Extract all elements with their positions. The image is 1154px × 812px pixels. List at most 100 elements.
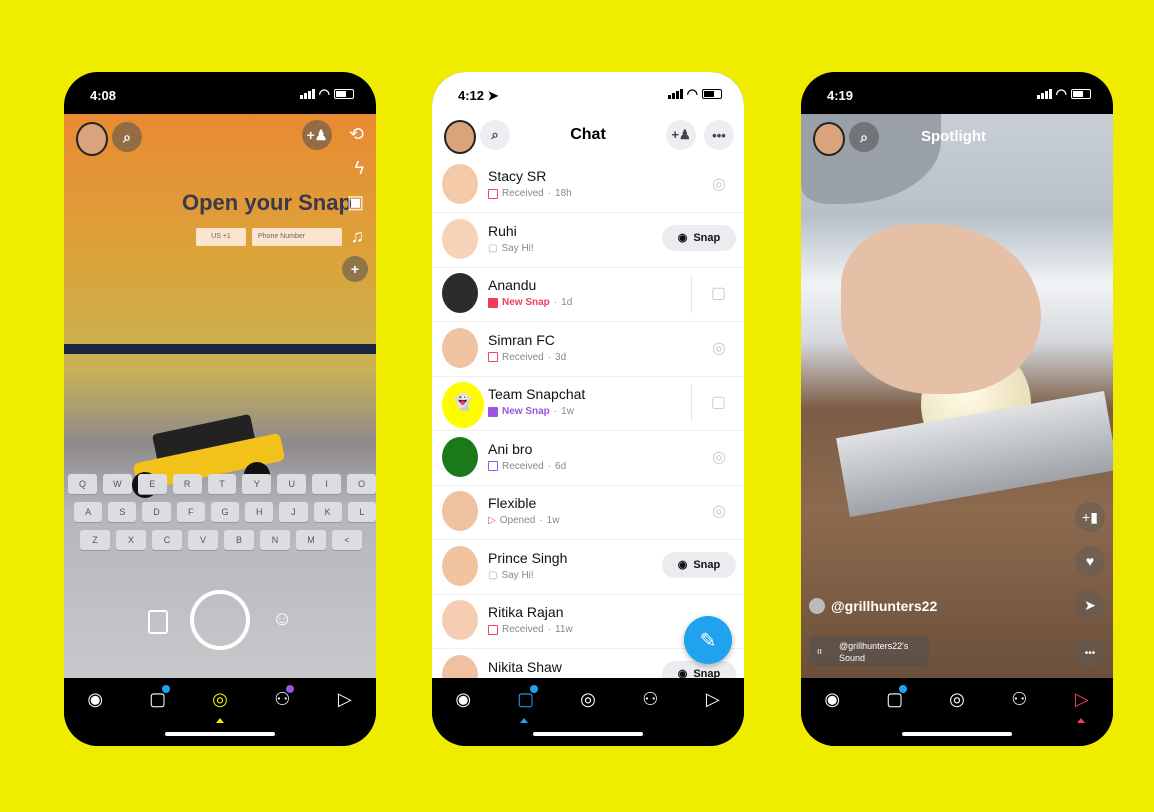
chat-reply-icon[interactable]: ▢ [711,392,726,412]
camera-icon[interactable]: ◎ [570,689,606,710]
chat-name: Prince Singh [488,549,568,566]
map-icon[interactable]: ◉ [445,689,481,710]
status-time-ago: 11w [555,624,573,635]
battery-icon [702,89,722,99]
friend-avatar[interactable] [442,600,478,640]
chat-row[interactable]: 👻 Team Snapchat New Snap · 1w ▢ [432,376,744,431]
add-friend-icon[interactable]: +♟ [666,120,696,150]
status-time-ago: 1w [561,406,574,417]
status-time-ago: 1d [561,297,573,308]
snapchat-ghost-avatar[interactable]: 👻 [442,382,484,428]
more-icon[interactable]: ••• [704,120,734,150]
status-time: 4:12 ➤ [458,88,499,103]
wifi-icon: ◠ [686,86,698,101]
friend-avatar[interactable] [442,545,478,586]
new-chat-button[interactable]: ✎ [684,616,732,664]
sound-pill[interactable]: ıı @grillhunters22's Sound [809,636,929,666]
save-icon[interactable]: +▮ [1075,502,1105,532]
add-friend-icon[interactable]: +♟ [302,120,332,150]
chat-icon[interactable]: ▢ [877,684,913,710]
chat-row[interactable]: Ruhi ▢ Say Hi! ◉ Snap [432,213,744,268]
chat-row[interactable]: Flexible ▷ Opened · 1w ◎ [432,485,744,540]
divider [691,384,692,422]
bitmoji-avatar[interactable] [813,122,845,156]
friend-avatar[interactable] [442,164,478,204]
status-time-ago: 1w [546,515,560,526]
chat-row[interactable]: Prince Singh ▢ Say Hi! ◉ Snap [432,540,744,595]
sound-icon: ıı [817,646,823,656]
status-separator: · [547,624,552,635]
friend-avatar[interactable] [442,491,478,531]
signal-icon [1036,89,1052,99]
share-icon[interactable]: ➤ [1075,590,1105,620]
received-icon [488,188,498,199]
camera-reply-icon[interactable]: ◎ [712,338,726,358]
status-text: Say Hi! [501,569,534,581]
status-separator: · [547,460,552,472]
snap-button[interactable]: ◉ Snap [662,224,736,251]
play-icon[interactable]: ▷ [1064,689,1100,710]
friend-avatar[interactable] [442,273,478,313]
chat-row[interactable]: Stacy SR Received · 18h ◎ [432,158,744,213]
more-icon[interactable]: ••• [1075,638,1105,668]
video-mode-icon[interactable]: ▣ [347,192,364,213]
divider [691,275,692,313]
status-time: 4:08 [90,88,117,103]
flash-off-icon[interactable]: ϟ [354,158,364,179]
spotlight-video [801,114,1113,682]
play-icon[interactable]: ▷ [695,689,731,710]
chat-row[interactable]: Simran FC Received · 3d ◎ [432,322,744,377]
memories-icon[interactable] [148,610,168,634]
chat-icon[interactable]: ▢ [508,684,544,710]
camera-icon[interactable]: ◎ [939,689,975,710]
friend-avatar[interactable] [442,218,478,259]
chat-reply-icon[interactable]: ▢ [711,283,726,303]
opened-icon: ▷ [488,515,496,526]
status-separator: · [547,351,552,363]
music-icon[interactable]: ♫ [351,226,365,247]
received-icon [488,461,498,471]
chat-row[interactable]: Ani bro Received · 6d ◎ [432,431,744,486]
chat-name: Team Snapchat [488,386,586,402]
received-icon [488,624,498,635]
bottom-nav: ◉ ▢ ◎ ⚇ ▷ [801,678,1113,746]
chat-status: New Snap · 1d [488,297,572,308]
creator-row[interactable]: @grillhunters22 [809,598,937,614]
camera-reply-icon[interactable]: ◎ [712,447,726,467]
sound-subtitle: Sound [839,653,866,663]
status-time-ago: 3d [555,351,567,363]
sound-title: @grillhunters22's [839,641,909,651]
new-snap-icon [488,406,498,417]
page-title: Spotlight [921,128,986,145]
shutter-button[interactable] [190,590,250,650]
status-text: Received [502,188,544,199]
search-icon[interactable]: ⌕ [112,122,142,152]
chat-row[interactable]: Anandu New Snap · 1d ▢ [432,267,744,322]
status-time: 4:19 [827,88,854,103]
heart-icon[interactable]: ♥ [1075,546,1105,576]
lens-icon[interactable]: ☺ [272,608,292,631]
chat-status: ▢ Say Hi! [488,570,534,581]
friend-avatar[interactable] [442,436,478,477]
chat-icon[interactable]: ▢ [140,684,176,710]
search-icon[interactable]: ⌕ [849,122,879,152]
friend-avatar[interactable] [442,327,478,368]
phone-number-field: Phone Number [252,228,342,246]
status-text: Received [502,351,544,363]
more-tools-icon[interactable]: + [342,256,368,282]
camera-reply-icon[interactable]: ◎ [712,501,726,521]
friends-icon[interactable]: ⚇ [264,684,300,710]
map-icon[interactable]: ◉ [814,689,850,710]
camera-icon[interactable]: ◎ [202,689,238,710]
map-icon[interactable]: ◉ [77,689,113,710]
play-icon[interactable]: ▷ [327,689,363,710]
friends-icon[interactable]: ⚇ [632,689,668,710]
active-indicator [1077,718,1085,723]
bitmoji-avatar[interactable] [76,122,108,156]
friends-icon[interactable]: ⚇ [1001,689,1037,710]
status-text: New Snap [502,406,550,417]
snap-button[interactable]: ◉ Snap [662,551,736,578]
flip-camera-icon[interactable]: ⟲ [349,124,364,145]
new-snap-icon [488,297,498,308]
camera-reply-icon[interactable]: ◎ [712,174,726,194]
